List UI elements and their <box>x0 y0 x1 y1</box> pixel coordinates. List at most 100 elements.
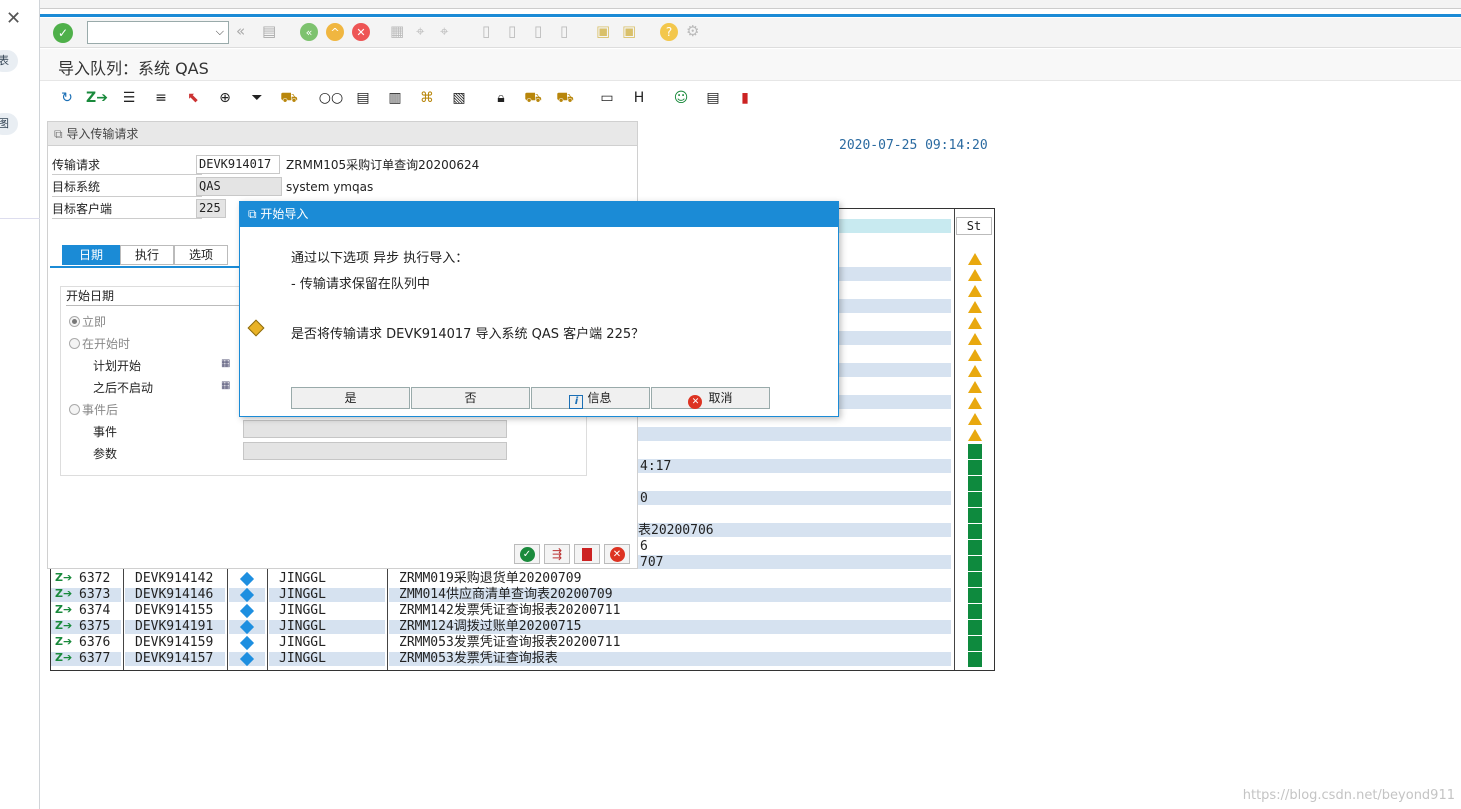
radio-selected-icon <box>69 316 80 327</box>
event-field[interactable] <box>243 420 507 438</box>
list-icon[interactable]: ▤ <box>352 87 374 109</box>
table-row[interactable]: Z➔ 6372 DEVK914142 JINGGL ZRMM019采购退货单20… <box>51 571 994 587</box>
row-owner: JINGGL <box>279 587 326 602</box>
table-row[interactable]: Z➔ 6376 DEVK914159 JINGGL ZRMM053发票凭证查询报… <box>51 635 994 651</box>
row-stripe <box>638 491 951 505</box>
chevron-down-icon[interactable]: ⌵ <box>216 25 224 39</box>
radio-at-start[interactable]: 在开始时 <box>69 335 130 352</box>
accent-bar <box>40 14 1461 17</box>
left-nav-item-1[interactable]: 表 <box>0 50 18 72</box>
find-next-icon[interactable]: ⌖ <box>440 24 448 39</box>
yes-button[interactable]: 是 <box>291 387 410 409</box>
confirm-button[interactable]: ✓ <box>514 544 540 564</box>
watermark: https://blog.csdn.net/beyond911 <box>1242 788 1455 803</box>
monitor-icon[interactable]: ▭ <box>596 87 618 109</box>
left-nav-item-2[interactable]: 图 <box>0 113 18 135</box>
warning-status-icon <box>968 349 982 361</box>
layout-icon[interactable]: ▥ <box>384 87 406 109</box>
row-request: DEVK914146 <box>135 587 214 602</box>
back-icon[interactable]: « <box>300 23 318 41</box>
calendar-icon[interactable]: ▦ <box>221 358 235 372</box>
help-icon[interactable]: ? <box>660 23 678 41</box>
radio-after-event[interactable]: 事件后 <box>69 401 118 418</box>
book-help-icon[interactable]: ▮ <box>734 87 756 109</box>
user-icon[interactable]: ☺ <box>670 87 692 109</box>
log-icon[interactable]: ▤ <box>702 87 724 109</box>
panel-title: 导入传输请求 <box>66 127 139 141</box>
warning-status-icon <box>968 381 982 393</box>
cancel-dialog-button[interactable]: ✕ 取消 <box>651 387 770 409</box>
calendar-icon[interactable]: ▦ <box>221 380 235 394</box>
book-help-icon <box>582 547 592 561</box>
param-field[interactable] <box>243 442 507 460</box>
tab-options[interactable]: 选项 <box>174 245 228 265</box>
close-icon[interactable]: ✕ <box>6 8 21 29</box>
table-row[interactable]: Z➔ 6374 DEVK914155 JINGGL ZRMM142发票凭证查询报… <box>51 603 994 619</box>
back-arrows-icon[interactable]: « <box>236 24 245 39</box>
select-cursor-icon[interactable]: ⬉ <box>182 87 204 109</box>
status-column-header[interactable]: St <box>956 217 992 235</box>
param-label: 参数 <box>93 447 118 461</box>
history-icon[interactable]: ▧ <box>448 87 470 109</box>
prev-page-icon[interactable]: ▯ <box>508 24 516 39</box>
enter-icon[interactable]: ✓ <box>53 23 73 43</box>
import-request-icon[interactable]: Z➔ <box>86 87 108 109</box>
truck-forward-icon[interactable]: ⛟ <box>554 87 576 109</box>
cancel-icon[interactable]: ✕ <box>352 23 370 41</box>
schedule-button[interactable]: ⇶ <box>544 544 570 564</box>
new-session-icon[interactable]: ▣ <box>596 24 610 39</box>
import-arrow-icon: Z➔ <box>55 587 73 600</box>
warning-status-icon <box>968 365 982 377</box>
target-client-field[interactable]: 225 <box>196 199 226 218</box>
header-icon[interactable]: H <box>628 87 650 109</box>
print-icon[interactable]: ▦ <box>390 24 404 39</box>
tab-date[interactable]: 日期 <box>62 245 120 265</box>
filter-icon[interactable]: ⏷ <box>246 87 268 109</box>
no-button[interactable]: 否 <box>411 387 530 409</box>
shortcut-icon[interactable]: ▣ <box>622 24 636 39</box>
table-row[interactable]: Z➔ 6377 DEVK914157 JINGGL ZRMM053发票凭证查询报… <box>51 651 994 667</box>
transport-icon[interactable]: ⛟ <box>278 87 300 109</box>
import-all-icon[interactable]: ☰ <box>118 87 140 109</box>
truck-icon[interactable]: ⛟ <box>522 87 544 109</box>
tab-execute[interactable]: 执行 <box>120 245 174 265</box>
save-icon[interactable]: ▤ <box>262 24 276 39</box>
event-label: 事件 <box>93 425 118 439</box>
command-field[interactable]: ⌵ <box>87 21 229 44</box>
lock-icon[interactable]: 🔒︎ <box>490 87 512 109</box>
help-button[interactable] <box>574 544 600 564</box>
tree-icon[interactable]: ⌘ <box>416 87 438 109</box>
zoom-icon[interactable]: ⊕ <box>214 87 236 109</box>
diamond-icon <box>239 603 255 619</box>
row-number: 6372 <box>79 571 111 586</box>
partial-cell: 6 <box>640 539 648 554</box>
exit-icon[interactable]: ^ <box>326 23 344 41</box>
close-icon: ✕ <box>609 546 625 562</box>
table-row[interactable]: Z➔ 6375 DEVK914191 JINGGL ZRMM124调拨过账单20… <box>51 619 994 635</box>
last-page-icon[interactable]: ▯ <box>560 24 568 39</box>
field-label: 目标客户端 <box>52 199 202 219</box>
find-icon[interactable]: ⌖ <box>416 24 424 39</box>
warning-status-icon <box>968 429 982 441</box>
target-system-description: system ymqas <box>286 180 374 194</box>
target-system-field[interactable]: QAS <box>196 177 282 196</box>
row-description: ZRMM053发票凭证查询报表20200711 <box>399 635 621 650</box>
display-icon[interactable]: ○○ <box>319 87 343 109</box>
radio-immediate[interactable]: 立即 <box>69 313 106 330</box>
next-page-icon[interactable]: ▯ <box>534 24 542 39</box>
row-description: ZRMM019采购退货单20200709 <box>399 571 582 586</box>
first-page-icon[interactable]: ▯ <box>482 24 490 39</box>
request-field[interactable]: DEVK914017 <box>196 155 280 174</box>
check-icon: ✓ <box>519 546 535 562</box>
import-arrow-icon: Z➔ <box>55 603 73 616</box>
ok-status-icon <box>968 540 982 555</box>
panel-header: ⧉ 导入传输请求 <box>48 122 637 146</box>
no-start-after-label: 之后不启动 <box>93 381 154 395</box>
gear-icon[interactable]: ⚙ <box>686 24 699 39</box>
filter-list-icon[interactable]: ≡ <box>150 87 172 109</box>
ok-status-icon <box>968 508 982 523</box>
table-row[interactable]: Z➔ 6373 DEVK914146 JINGGL ZMM014供应商清单查询表… <box>51 587 994 603</box>
cancel-button[interactable]: ✕ <box>604 544 630 564</box>
refresh-icon[interactable]: ↻ <box>56 87 78 109</box>
info-button[interactable]: i 信息 <box>531 387 650 409</box>
